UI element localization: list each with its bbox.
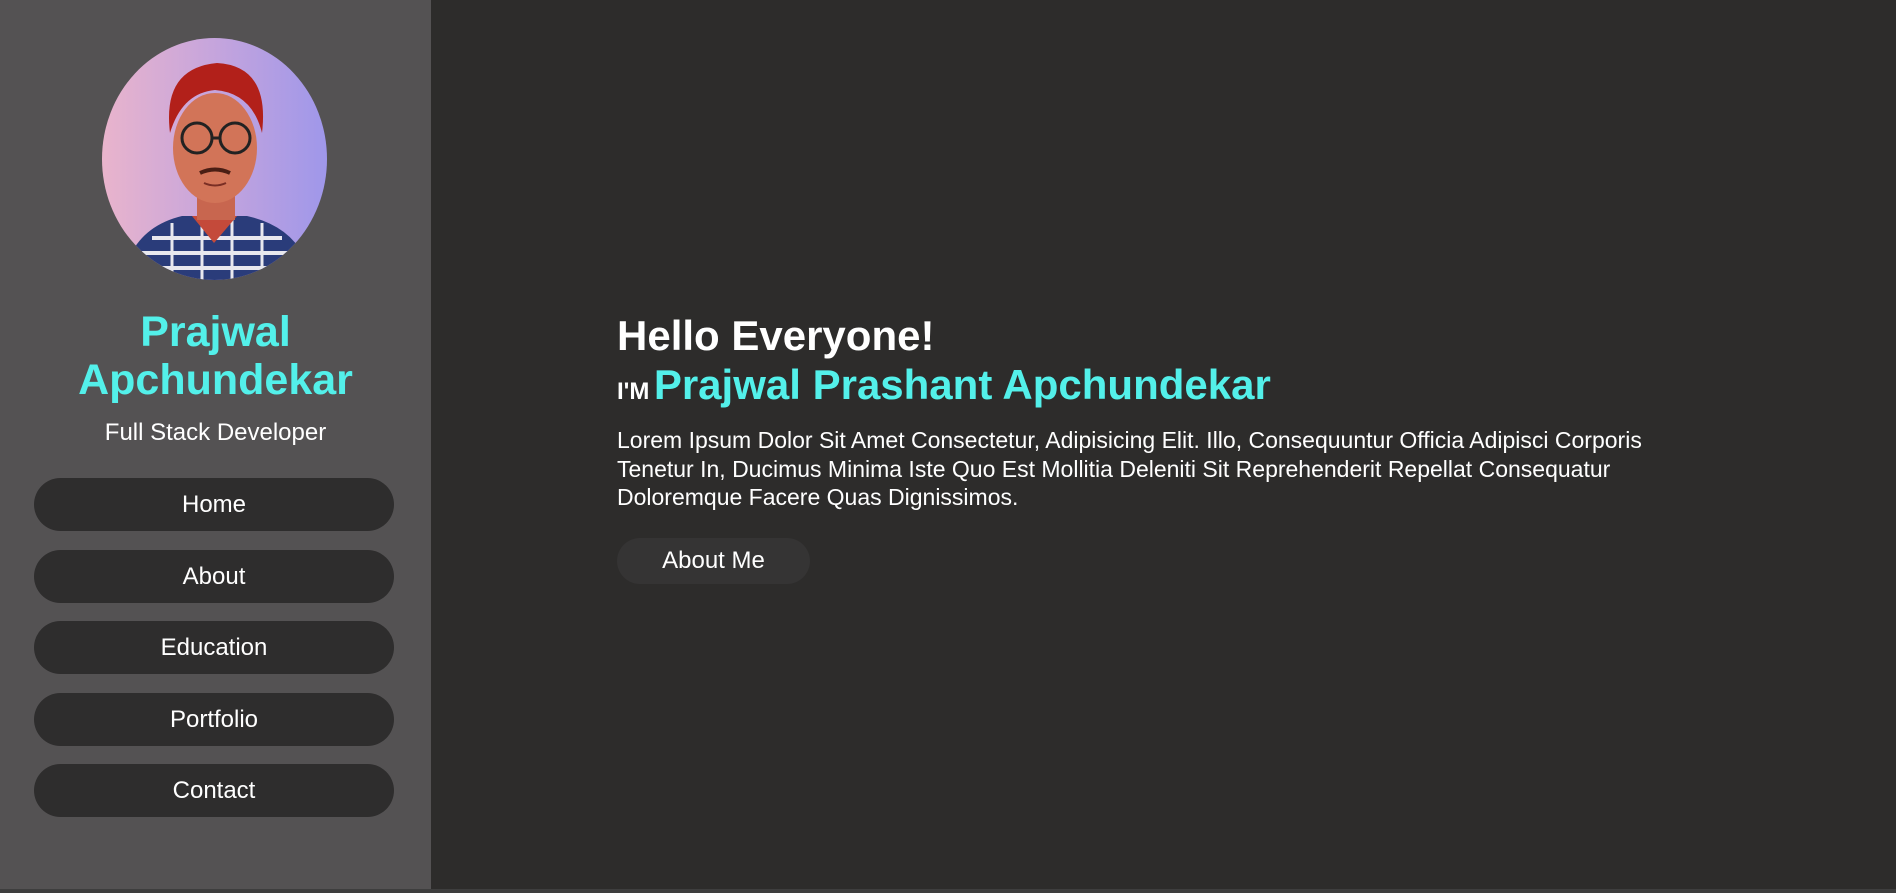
nav-about-button[interactable]: About [34, 550, 394, 603]
sidebar-role: Full Stack Developer [104, 419, 327, 446]
hero-full-name: Prajwal Prashant Apchundekar [653, 361, 1271, 408]
nav-home-button[interactable]: Home [34, 478, 394, 531]
profile-photo [122, 63, 312, 280]
page-bottom-edge [0, 889, 1896, 893]
nav-education-button[interactable]: Education [34, 621, 394, 674]
sidebar: Prajwal Apchundekar Full Stack Developer… [0, 0, 431, 889]
sidebar-name-first: Prajwal [140, 308, 291, 356]
hero-section: Hello Everyone! I'M Prajwal Prashant Apc… [617, 310, 1677, 584]
hero-name-line: I'M Prajwal Prashant Apchundekar [617, 360, 1677, 420]
about-me-button[interactable]: About Me [617, 537, 810, 584]
sidebar-name: Prajwal Apchundekar [0, 308, 431, 404]
hero-bio: Lorem Ipsum Dolor Sit Amet Consectetur, … [617, 427, 1642, 510]
hero-im-prefix: I'M [617, 378, 650, 405]
avatar [102, 38, 327, 280]
hero-greeting: Hello Everyone! [617, 312, 935, 359]
nav-portfolio-button[interactable]: Portfolio [34, 693, 394, 746]
nav-contact-button[interactable]: Contact [34, 764, 394, 817]
sidebar-name-last: Apchundekar [78, 356, 353, 404]
